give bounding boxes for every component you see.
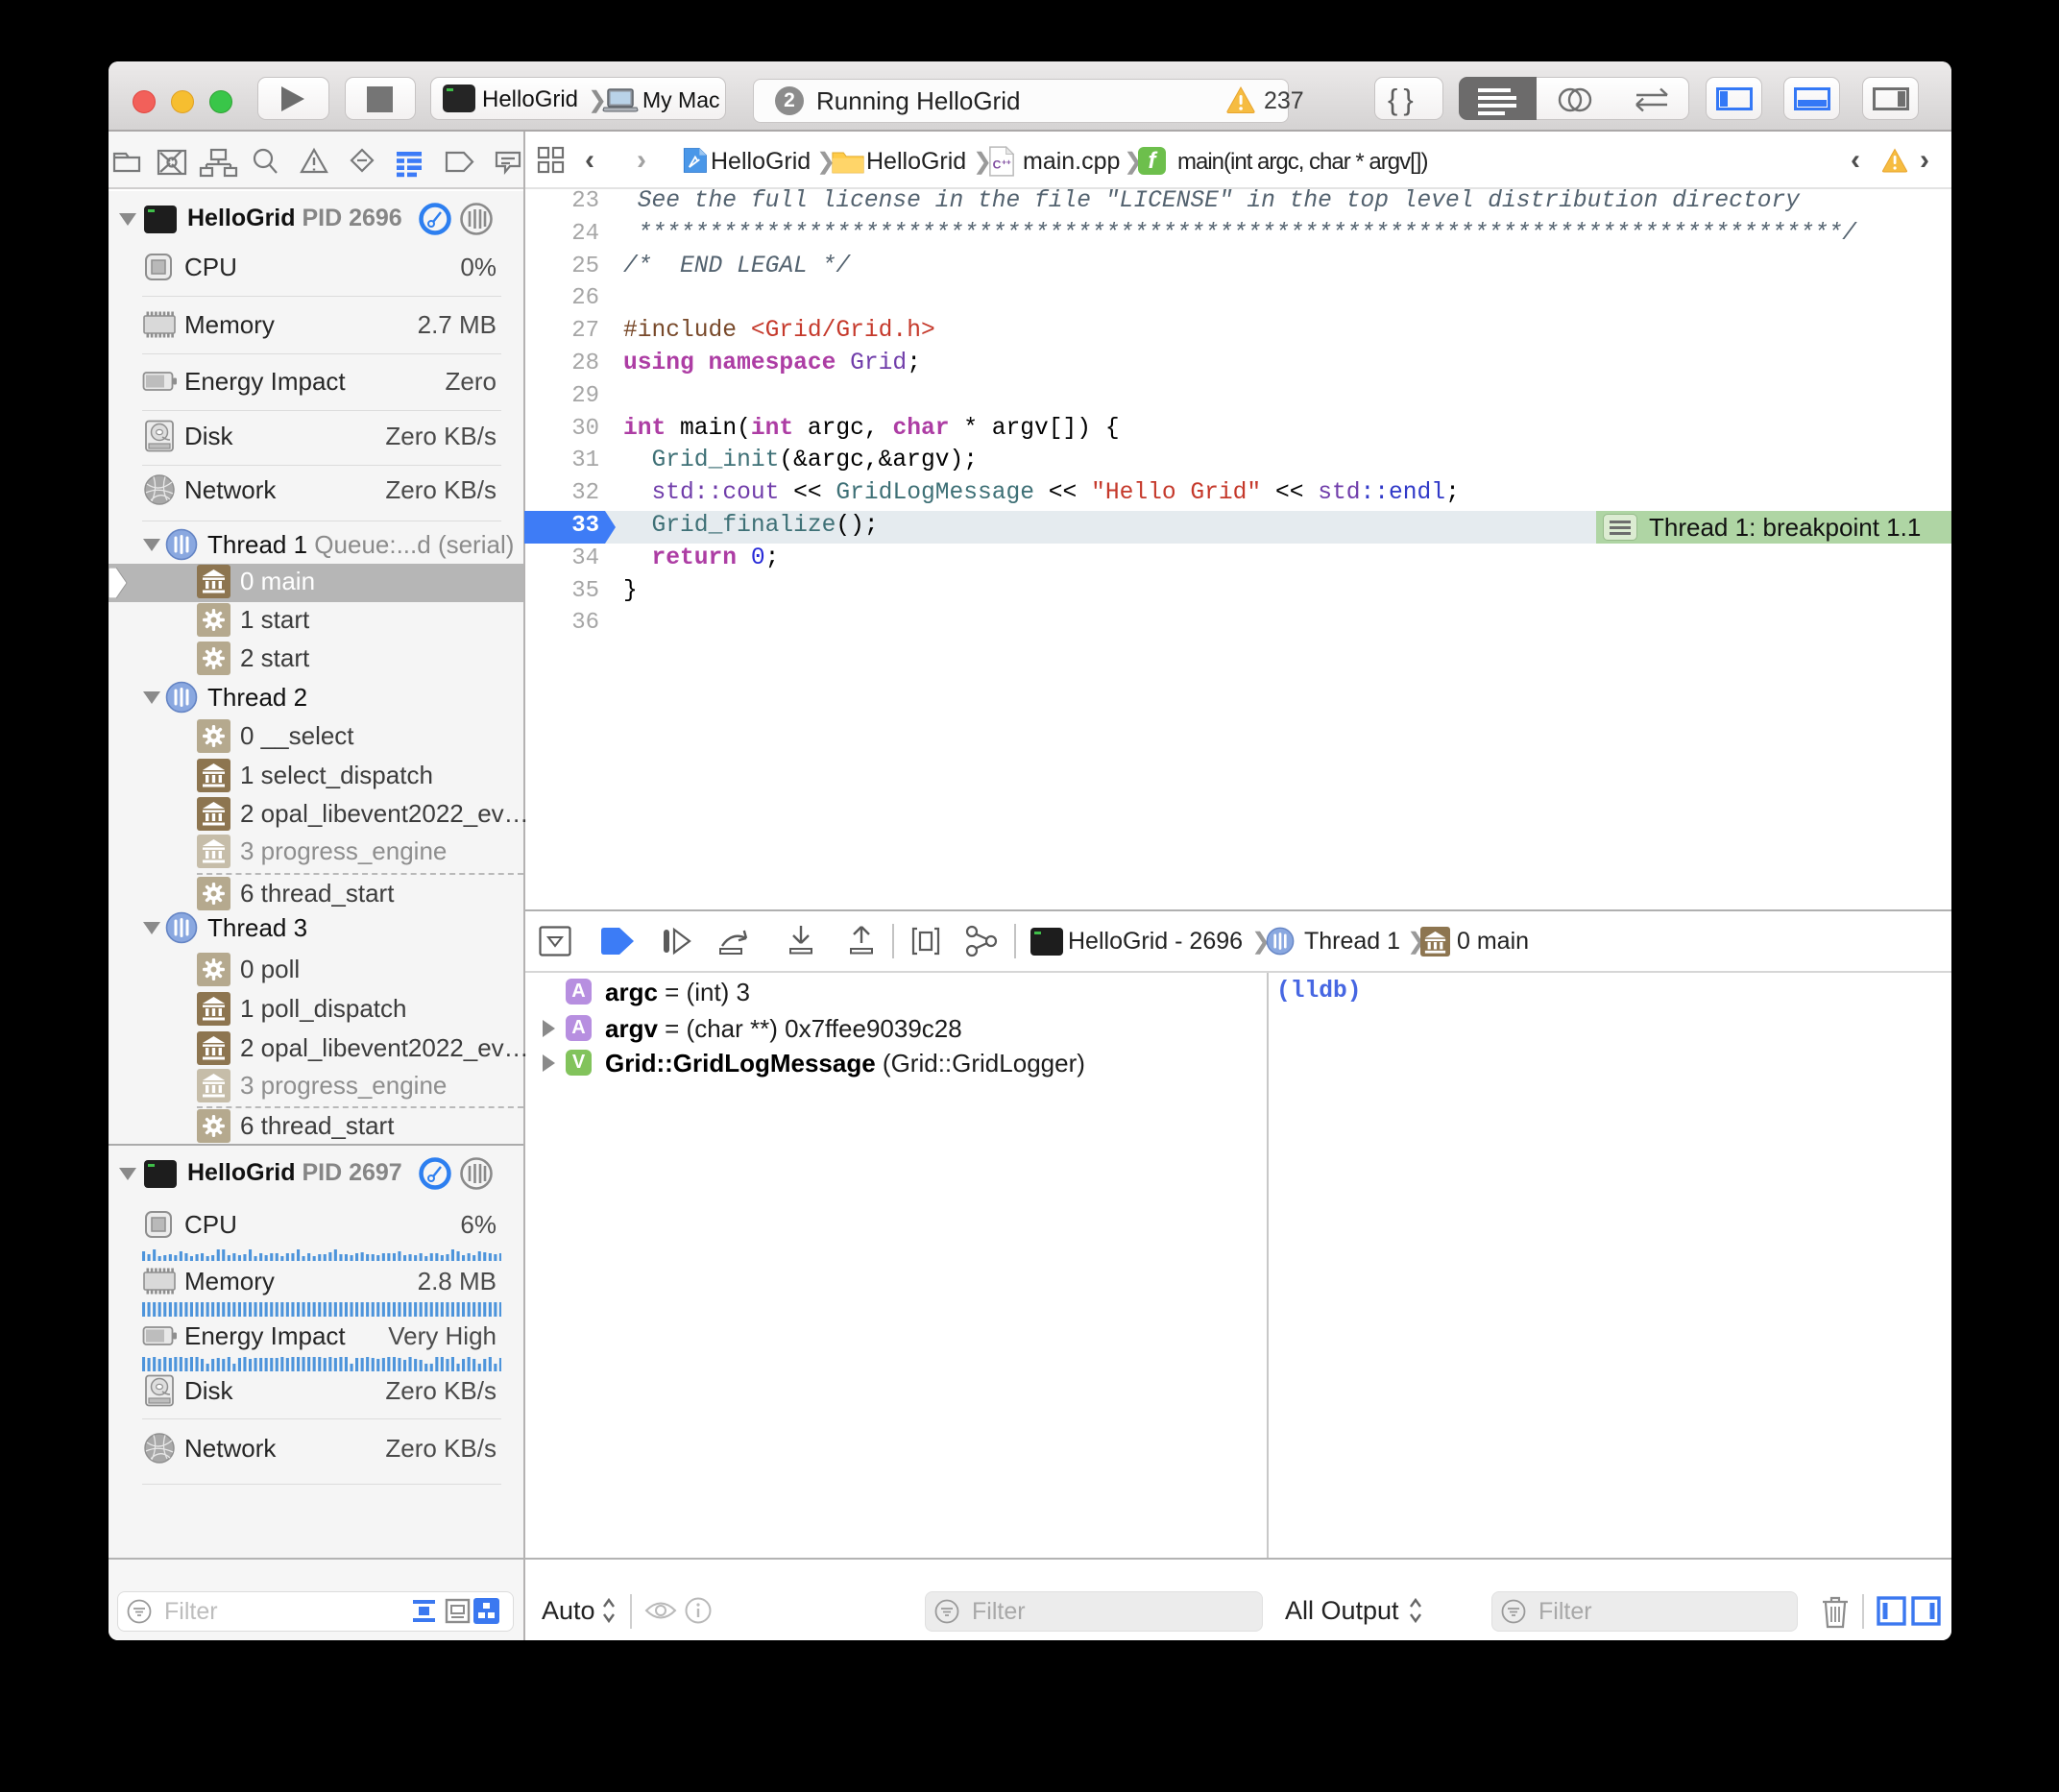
svg-text:C: C: [993, 157, 1002, 171]
svg-text:++: ++: [1002, 157, 1011, 167]
